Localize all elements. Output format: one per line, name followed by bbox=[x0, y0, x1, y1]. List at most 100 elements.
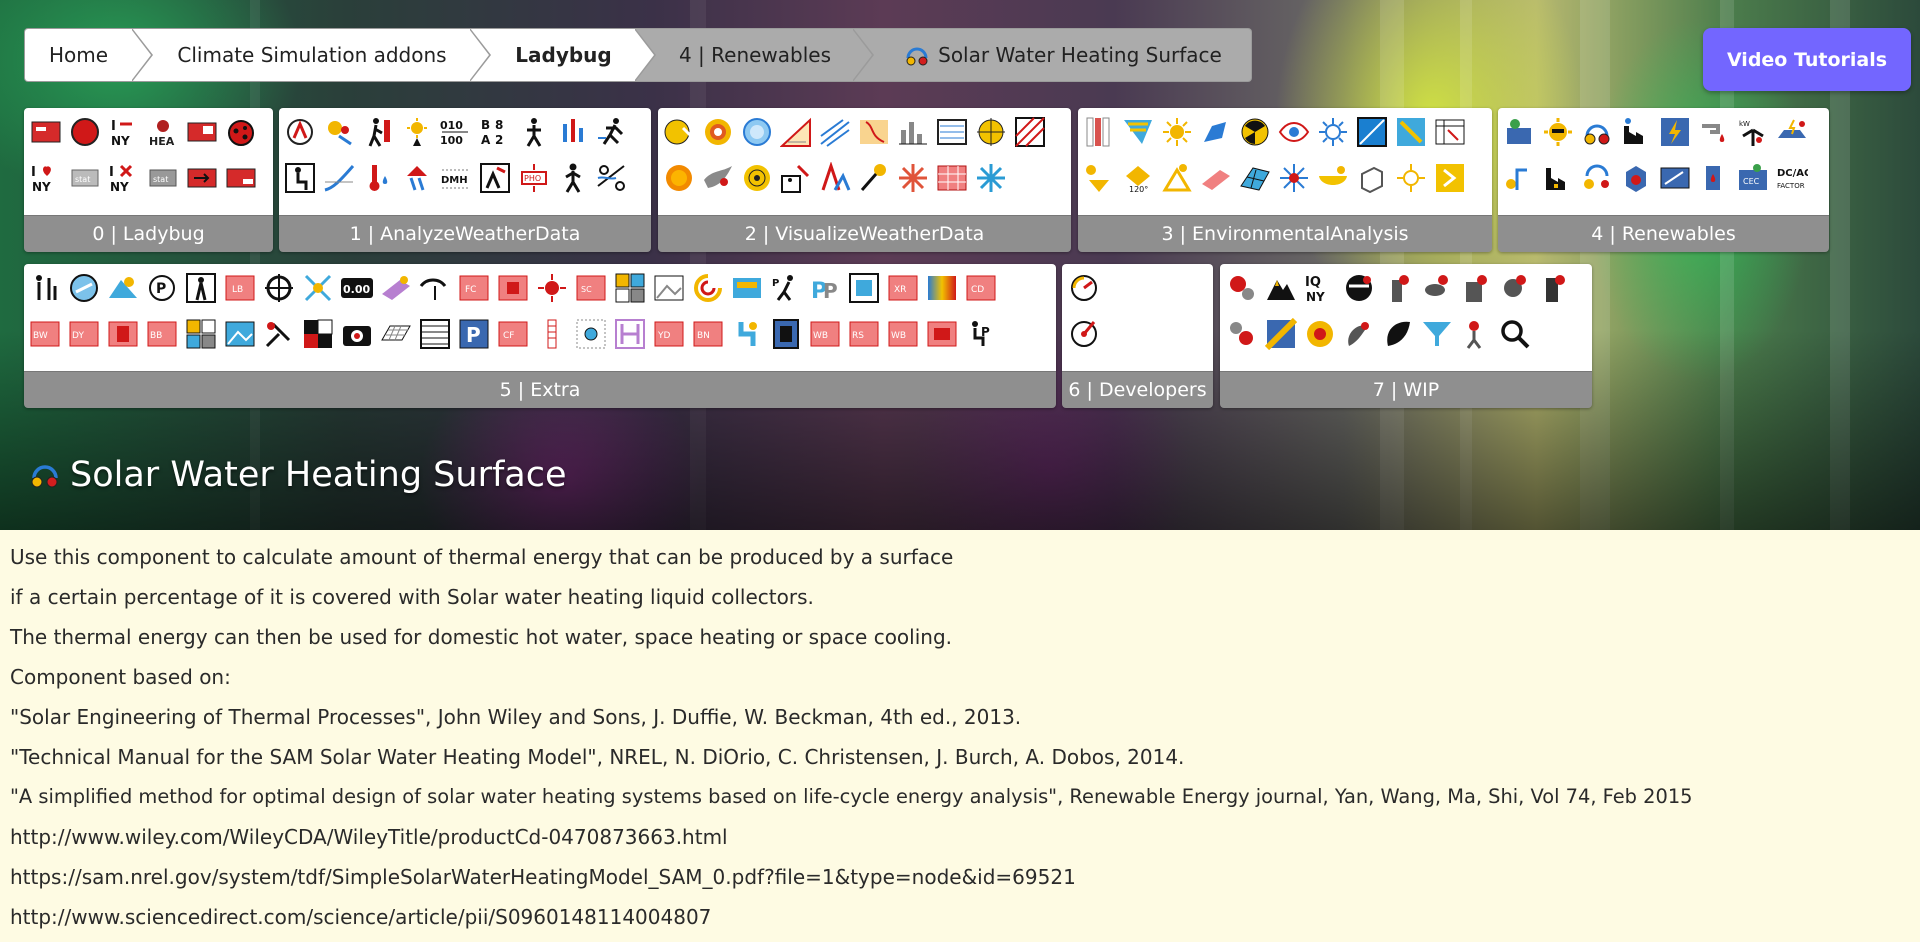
extra-icon-5[interactable] bbox=[185, 272, 217, 304]
extra-icon-48[interactable]: WB bbox=[887, 318, 919, 350]
shade-benefit-icon[interactable] bbox=[1395, 116, 1427, 148]
extra-icon-27[interactable]: DY bbox=[68, 318, 100, 350]
sun-wind-icon[interactable] bbox=[323, 116, 355, 148]
wip-shell-icon[interactable] bbox=[1343, 318, 1375, 350]
ladybug-stat-icon[interactable]: stat bbox=[69, 162, 101, 194]
running-person-icon[interactable] bbox=[596, 116, 628, 148]
ladybug-i-love-ny-icon[interactable]: I NY bbox=[30, 162, 62, 194]
extra-icon-8[interactable] bbox=[302, 272, 334, 304]
sun-ray-icon[interactable] bbox=[1161, 116, 1193, 148]
toolbox-panel-ladybug[interactable]: I NY HEA I NY stat I NY stat 0 | Ladybug bbox=[24, 108, 273, 252]
wind-lines-icon[interactable] bbox=[819, 116, 851, 148]
dmh-icon[interactable]: DMH bbox=[440, 162, 472, 194]
orientation-study-icon[interactable] bbox=[1434, 162, 1466, 194]
extra-icon-26[interactable]: BW bbox=[29, 318, 61, 350]
heatmap-grid-icon[interactable] bbox=[936, 162, 968, 194]
wip-tower-icon[interactable] bbox=[1382, 272, 1414, 304]
image-icon[interactable] bbox=[653, 272, 685, 304]
ladybug-ix-ny-icon[interactable]: I NY bbox=[108, 162, 140, 194]
sunpath-icon[interactable] bbox=[663, 116, 695, 148]
ab-sort-icon[interactable]: B8A2 bbox=[479, 116, 511, 148]
factory-icon[interactable] bbox=[1620, 116, 1652, 148]
extra-icon-46[interactable]: WB bbox=[809, 318, 841, 350]
lightning-panel-icon[interactable] bbox=[1659, 116, 1691, 148]
surface-mesh-icon[interactable] bbox=[1239, 162, 1271, 194]
extra-icon-11[interactable] bbox=[419, 272, 451, 304]
extra-icon-50[interactable]: P bbox=[965, 318, 997, 350]
breadcrumb-ladybug[interactable]: Ladybug bbox=[470, 28, 656, 82]
pv-building-icon[interactable] bbox=[1503, 116, 1535, 148]
wip-person-icon[interactable] bbox=[1460, 318, 1492, 350]
extra-icon-6[interactable]: LB bbox=[224, 272, 256, 304]
view-analysis-eye-icon[interactable] bbox=[1278, 116, 1310, 148]
toolbox-panel-extra[interactable]: P LB 0.00 FC SC P PP XR CD BW DY BB P CF… bbox=[24, 264, 1056, 408]
extra-icon-14[interactable] bbox=[536, 272, 568, 304]
picture-icon[interactable] bbox=[224, 318, 256, 350]
extra-icon-18[interactable] bbox=[692, 272, 724, 304]
solar-water-heating-surface-icon[interactable] bbox=[1581, 116, 1613, 148]
developer-compass-icon[interactable] bbox=[1068, 318, 1100, 350]
standing-person-icon[interactable] bbox=[518, 116, 550, 148]
extra-icon-13[interactable] bbox=[497, 272, 529, 304]
ladybug-ny-import-icon[interactable]: I NY bbox=[108, 116, 140, 148]
sky-120-icon[interactable]: 120° bbox=[1122, 162, 1154, 194]
extra-icon-30[interactable] bbox=[185, 318, 217, 350]
thermal-box-icon[interactable] bbox=[1620, 162, 1652, 194]
bar-chart-icon[interactable] bbox=[897, 116, 929, 148]
wip-funnel-icon[interactable] bbox=[1421, 318, 1453, 350]
radiation-rose-icon[interactable] bbox=[741, 116, 773, 148]
binary-data-icon[interactable]: 010 100 bbox=[440, 116, 472, 148]
snowflake-arrows-icon[interactable] bbox=[975, 162, 1007, 194]
extra-icon-23[interactable]: XR bbox=[887, 272, 919, 304]
thermometer-bars-icon[interactable] bbox=[557, 116, 589, 148]
slope-chart-icon[interactable] bbox=[780, 116, 812, 148]
developer-gauge-icon[interactable] bbox=[1068, 272, 1100, 304]
sunshine-hours-icon[interactable] bbox=[401, 116, 433, 148]
burst-icon[interactable] bbox=[897, 162, 929, 194]
window-frame-icon[interactable] bbox=[1356, 116, 1388, 148]
toolbox-panel-analyze-weather-data[interactable]: 010 100 B8A2 DMH PHO 1 | AnalyzeWeatherDa… bbox=[279, 108, 651, 252]
seated-person-icon[interactable] bbox=[284, 162, 316, 194]
walking-person-icon[interactable] bbox=[362, 116, 394, 148]
video-tutorials-button[interactable]: Video Tutorials bbox=[1703, 28, 1911, 91]
extra-icon-20[interactable]: P bbox=[770, 272, 802, 304]
wip-bug-icon[interactable] bbox=[1226, 272, 1258, 304]
spreadsheet-icon[interactable] bbox=[419, 318, 451, 350]
crosshair-icon[interactable] bbox=[263, 272, 295, 304]
curve-line-icon[interactable] bbox=[323, 162, 355, 194]
sun-bowl-icon[interactable] bbox=[1083, 162, 1115, 194]
checkerboard-icon[interactable] bbox=[302, 318, 334, 350]
ladybug-export-icon[interactable] bbox=[186, 162, 218, 194]
crosshair-sun-icon[interactable] bbox=[975, 116, 1007, 148]
shading-mask-icon[interactable] bbox=[1200, 162, 1232, 194]
outdoor-comfort-icon[interactable] bbox=[479, 162, 511, 194]
search-icon[interactable] bbox=[1499, 318, 1531, 350]
triangle-chart-icon[interactable] bbox=[819, 162, 851, 194]
gradient-bar-icon[interactable] bbox=[926, 272, 958, 304]
extra-icon-44[interactable] bbox=[731, 318, 763, 350]
louver-icon[interactable] bbox=[1083, 116, 1115, 148]
water-tap-icon[interactable] bbox=[1698, 116, 1730, 148]
extra-icon-32[interactable] bbox=[263, 318, 295, 350]
extra-icon-29[interactable]: BB bbox=[146, 318, 178, 350]
wip-gradient-icon[interactable] bbox=[1265, 318, 1297, 350]
extra-icon-21[interactable]: PP bbox=[809, 272, 841, 304]
extra-icon-2[interactable] bbox=[68, 272, 100, 304]
wip-cluster-icon[interactable] bbox=[1226, 318, 1258, 350]
battery-drop-icon[interactable] bbox=[1698, 162, 1730, 194]
extra-icon-15[interactable]: SC bbox=[575, 272, 607, 304]
breadcrumb-solar-water-heating-surface[interactable]: Solar Water Heating Surface bbox=[853, 28, 1252, 82]
radiation-symbol-icon[interactable] bbox=[1239, 116, 1271, 148]
shelter-figure-icon[interactable] bbox=[401, 162, 433, 194]
extra-icon-1[interactable] bbox=[29, 272, 61, 304]
ladybug-bug-icon[interactable] bbox=[225, 116, 257, 148]
ladybug-import-epw-icon[interactable] bbox=[69, 116, 101, 148]
grid-chart-icon[interactable] bbox=[1014, 116, 1046, 148]
toolbox-panel-wip[interactable]: IQ NY 7 | WIP bbox=[1220, 264, 1592, 408]
ladybug-ladybug-icon[interactable] bbox=[30, 116, 62, 148]
extra-icon-37[interactable]: P bbox=[458, 318, 490, 350]
toolbox-panel-visualize-weather-data[interactable]: 2 | VisualizeWeatherData bbox=[658, 108, 1071, 252]
bird-icon[interactable] bbox=[702, 162, 734, 194]
seated-observer-icon[interactable] bbox=[780, 162, 812, 194]
extra-icon-40[interactable] bbox=[575, 318, 607, 350]
